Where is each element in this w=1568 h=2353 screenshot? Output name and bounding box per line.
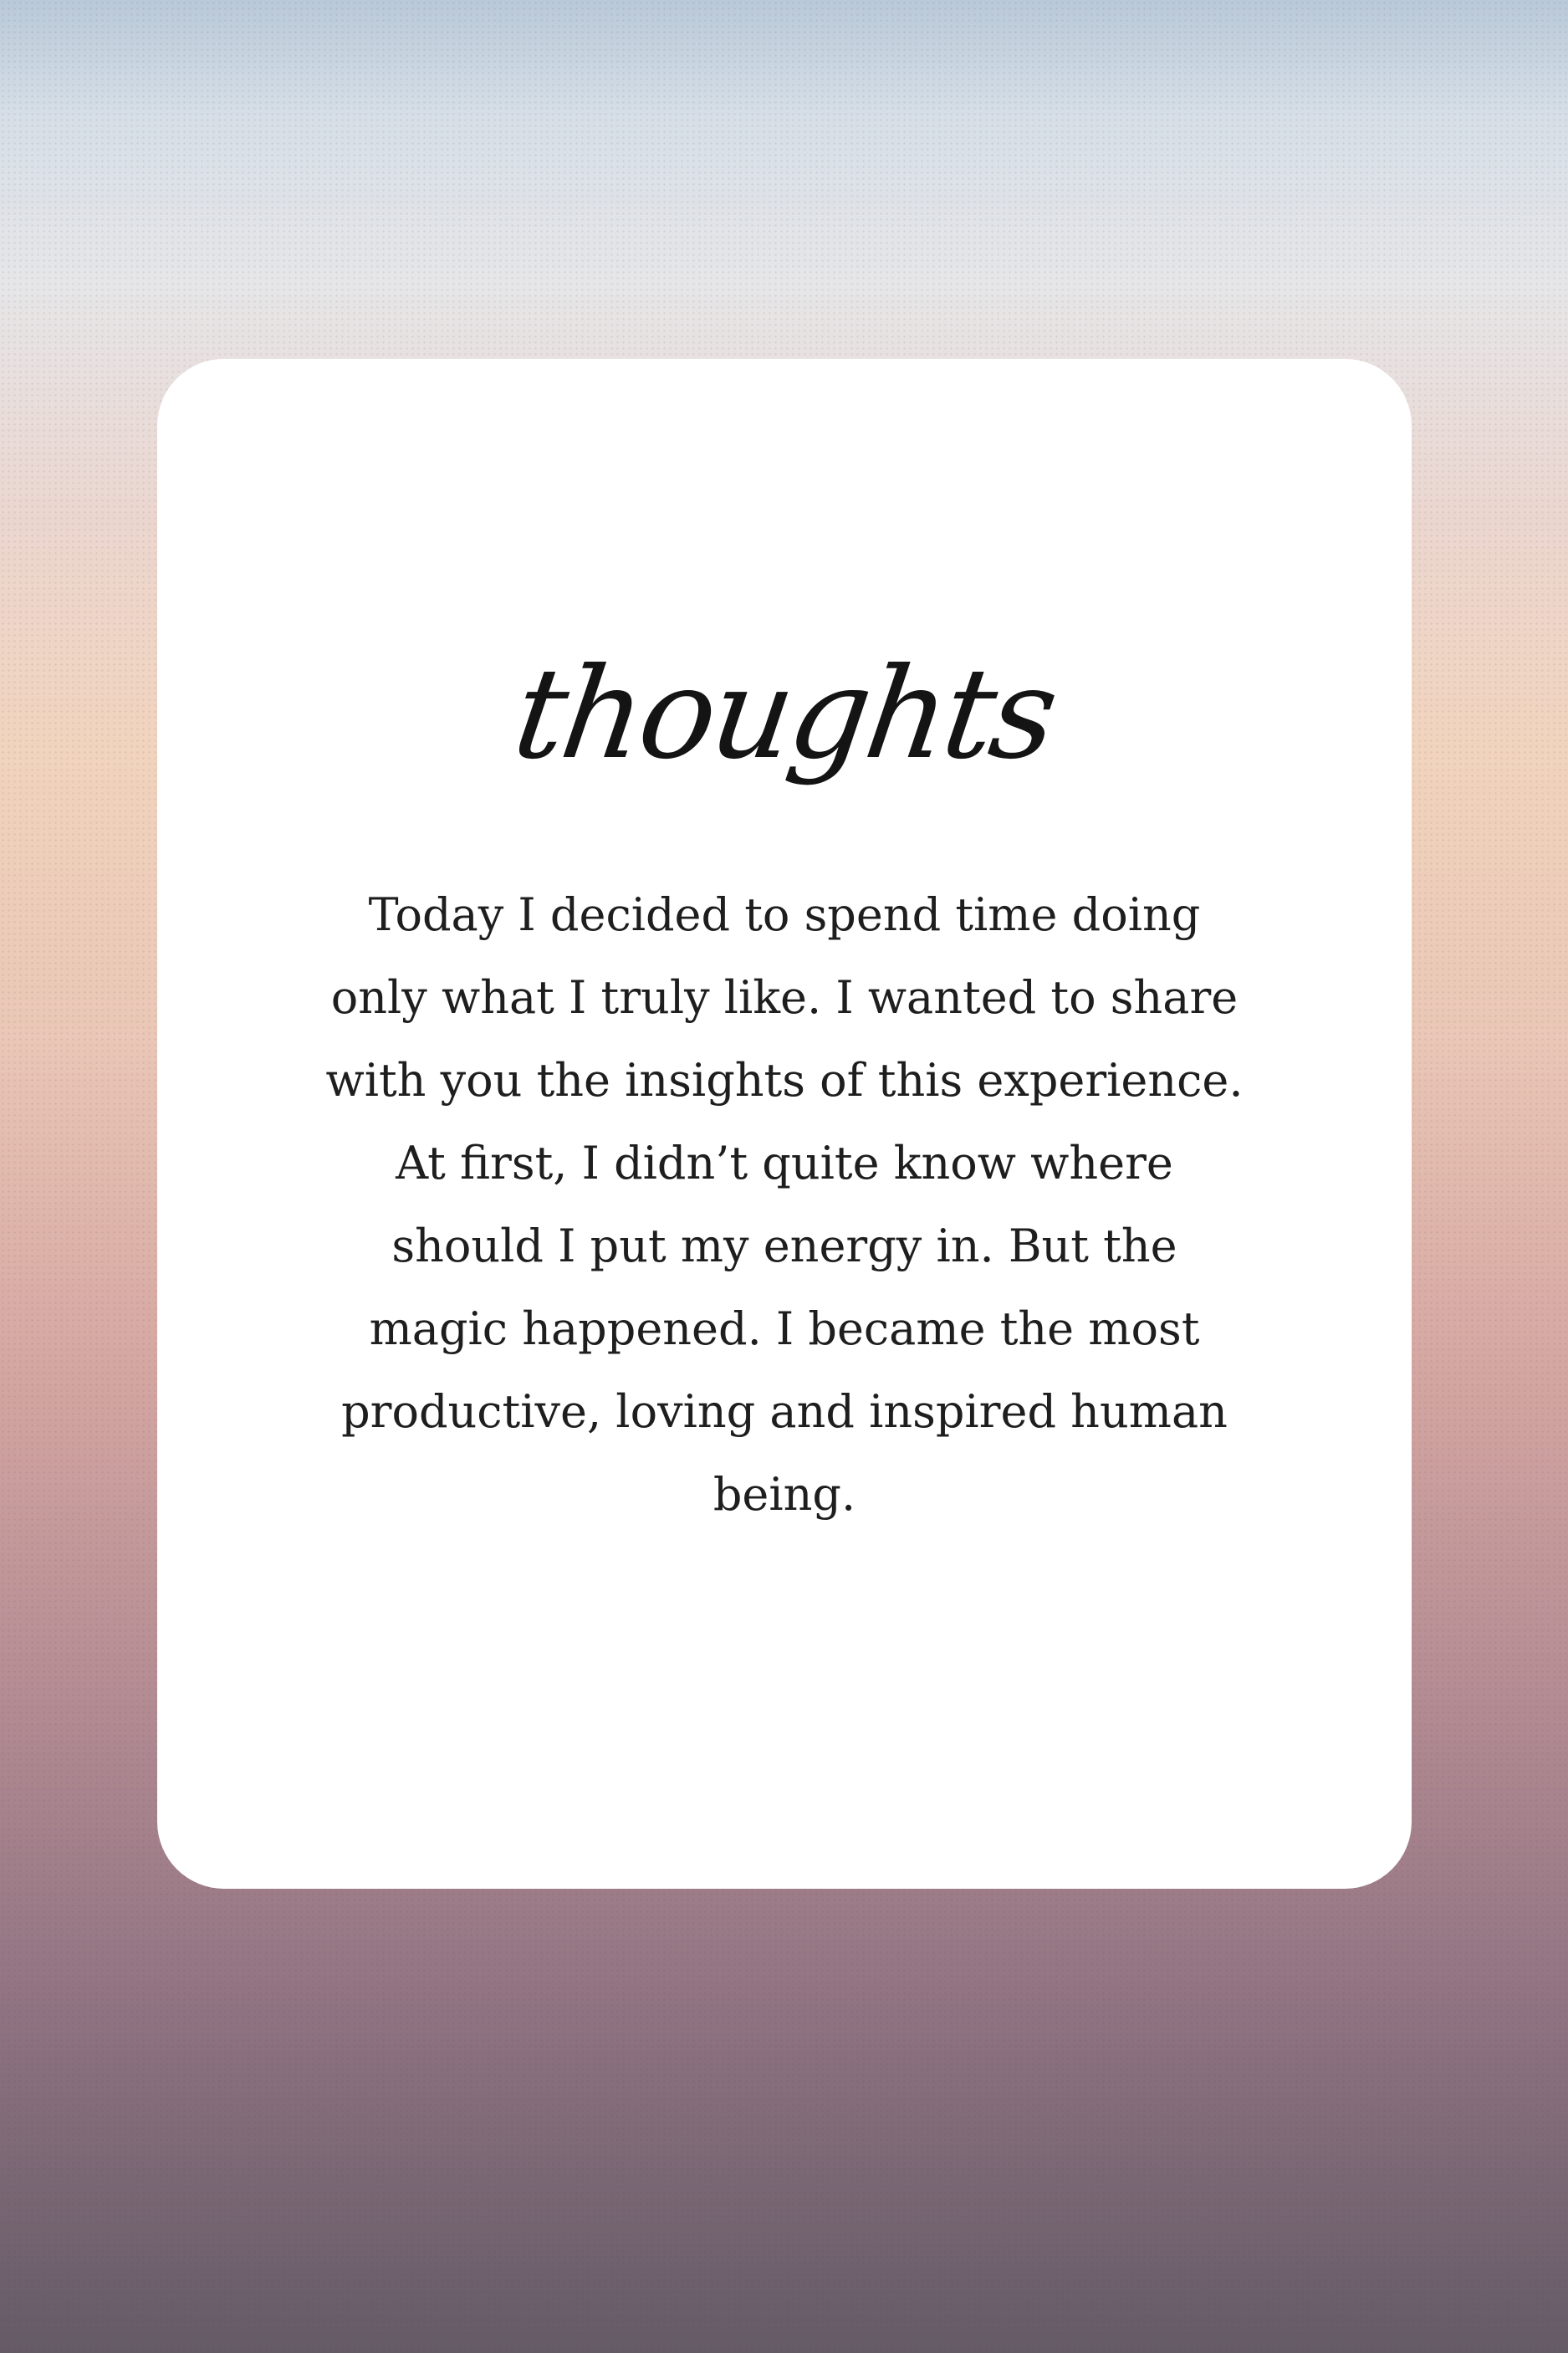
card-body-text: Today I decided to spend time doing only… <box>325 888 1244 1521</box>
quote-card: thoughts Today I decided to spend time d… <box>157 359 1412 1889</box>
card-heading: thoughts <box>505 642 1064 787</box>
